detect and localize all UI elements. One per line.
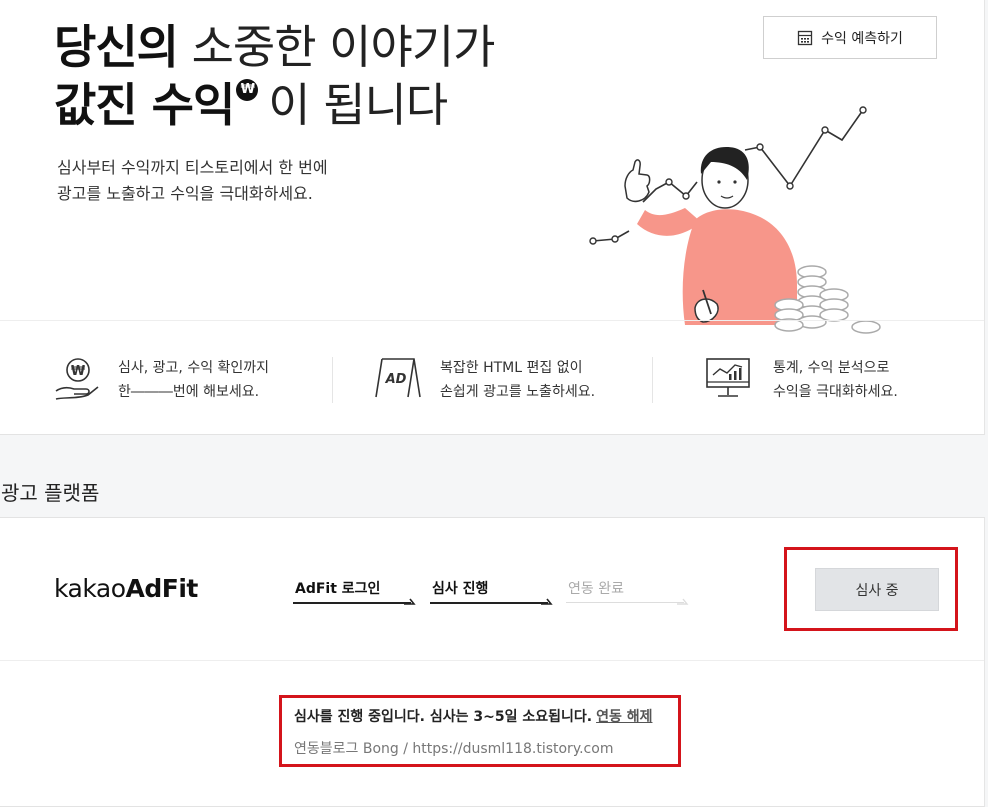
hero-desc-line1: 심사부터 수익까지 티스토리에서 한 번에 bbox=[57, 158, 328, 177]
feature-divider bbox=[332, 357, 333, 403]
step-line bbox=[430, 602, 548, 604]
svg-text:₩: ₩ bbox=[71, 364, 86, 379]
hero-title: 당신의 소중한 이야기가 값진 수익 ₩ 이 됩니다 bbox=[54, 18, 496, 134]
step-review: 심사 진행 bbox=[432, 581, 489, 597]
feature-line1: 심사, 광고, 수익 확인까지 bbox=[118, 360, 270, 376]
revenue-predict-label: 수익 예측하기 bbox=[821, 30, 903, 47]
logo-kakao: kakao bbox=[54, 574, 126, 603]
hero-section: 당신의 소중한 이야기가 값진 수익 ₩ 이 됩니다 심사부터 수익까지 티스토리에… bbox=[0, 0, 985, 435]
hero-title-line1-rest: 소중한 이야기가 bbox=[177, 20, 496, 74]
panel-divider bbox=[0, 660, 984, 661]
highlight-box bbox=[784, 547, 958, 631]
won-icon: ₩ bbox=[236, 79, 259, 101]
logo-adfit: AdFit bbox=[125, 574, 199, 603]
feature-line1: 통계, 수익 분석으로 bbox=[773, 360, 890, 376]
feature-line1: 복잡한 HTML 편집 없이 bbox=[440, 360, 583, 376]
step-adfit-login: AdFit 로그인 bbox=[295, 581, 381, 597]
hero-title-line2-bold: 값진 수익 bbox=[54, 78, 235, 132]
step-line bbox=[566, 602, 684, 603]
step-link-complete: 연동 완료 bbox=[568, 581, 624, 597]
arrow-right-icon bbox=[404, 598, 416, 605]
feature-strip: ₩ 심사, 광고, 수익 확인까지 한―――번에 해보세요. AD 복잡한 HT… bbox=[0, 320, 984, 435]
monitor-chart-icon bbox=[706, 358, 750, 397]
kakao-adfit-logo: kakaoAdFit bbox=[54, 574, 198, 603]
revenue-predict-button[interactable]: 수익 예측하기 bbox=[763, 16, 937, 59]
feature-line2: 한―――번에 해보세요. bbox=[118, 384, 260, 400]
ad-platform-panel: kakaoAdFit AdFit 로그인 심사 진행 연동 완료 심사 중 심사… bbox=[0, 517, 985, 807]
feature-line2: 손쉽게 광고를 노출하세요. bbox=[440, 384, 596, 400]
hero-title-line2-rest: 이 됩니다 bbox=[268, 78, 448, 132]
feature-line2: 수익을 극대화하세요. bbox=[773, 384, 898, 400]
calculator-icon bbox=[797, 30, 813, 45]
highlight-box bbox=[279, 695, 681, 767]
feature-item: ₩ 심사, 광고, 수익 확인까지 한―――번에 해보세요. bbox=[54, 321, 324, 435]
feature-divider bbox=[652, 357, 653, 403]
hero-illustration bbox=[589, 106, 881, 334]
ad-board-icon: AD bbox=[375, 358, 421, 398]
arrow-right-icon bbox=[541, 598, 553, 605]
arrow-right-icon bbox=[677, 598, 689, 605]
feature-item: AD 복잡한 HTML 편집 없이 손쉽게 광고를 노출하세요. bbox=[374, 321, 644, 435]
step-line bbox=[293, 602, 411, 604]
hero-description: 심사부터 수익까지 티스토리에서 한 번에 광고를 노출하고 수익을 극대화하세… bbox=[57, 155, 328, 207]
feature-item: 통계, 수익 분석으로 수익을 극대화하세요. bbox=[705, 321, 975, 435]
hand-coin-icon: ₩ bbox=[55, 358, 99, 400]
hero-title-line1-bold: 당신의 bbox=[54, 20, 179, 74]
section-title: 광고 플랫폼 bbox=[1, 481, 100, 505]
svg-text:AD: AD bbox=[385, 372, 407, 387]
hero-desc-line2: 광고를 노출하고 수익을 극대화하세요. bbox=[57, 184, 313, 203]
